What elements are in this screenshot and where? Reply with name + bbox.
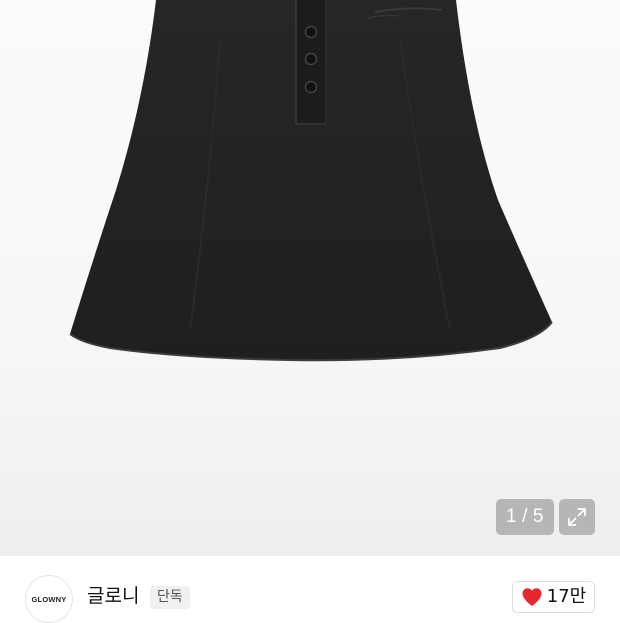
product-image xyxy=(69,0,553,362)
brand-bar: GLOWNY 글로니 단독 17만 xyxy=(0,556,620,623)
like-button[interactable]: 17만 xyxy=(512,581,595,613)
expand-arrows-icon xyxy=(568,508,586,526)
product-image-gallery[interactable]: 1 / 5 xyxy=(0,0,620,556)
brand-name[interactable]: 글로니 xyxy=(87,585,139,607)
like-count: 17만 xyxy=(546,586,587,607)
exclusive-badge: 단독 xyxy=(150,586,190,609)
counter-total: 5 xyxy=(532,506,544,527)
expand-image-button[interactable] xyxy=(559,499,595,535)
image-counter: 1 / 5 xyxy=(496,499,554,535)
counter-separator: / xyxy=(522,506,528,527)
counter-current: 1 xyxy=(506,506,518,527)
heart-icon xyxy=(522,588,542,606)
brand-logo-text: GLOWNY xyxy=(31,594,67,604)
brand-logo[interactable]: GLOWNY xyxy=(25,575,73,623)
